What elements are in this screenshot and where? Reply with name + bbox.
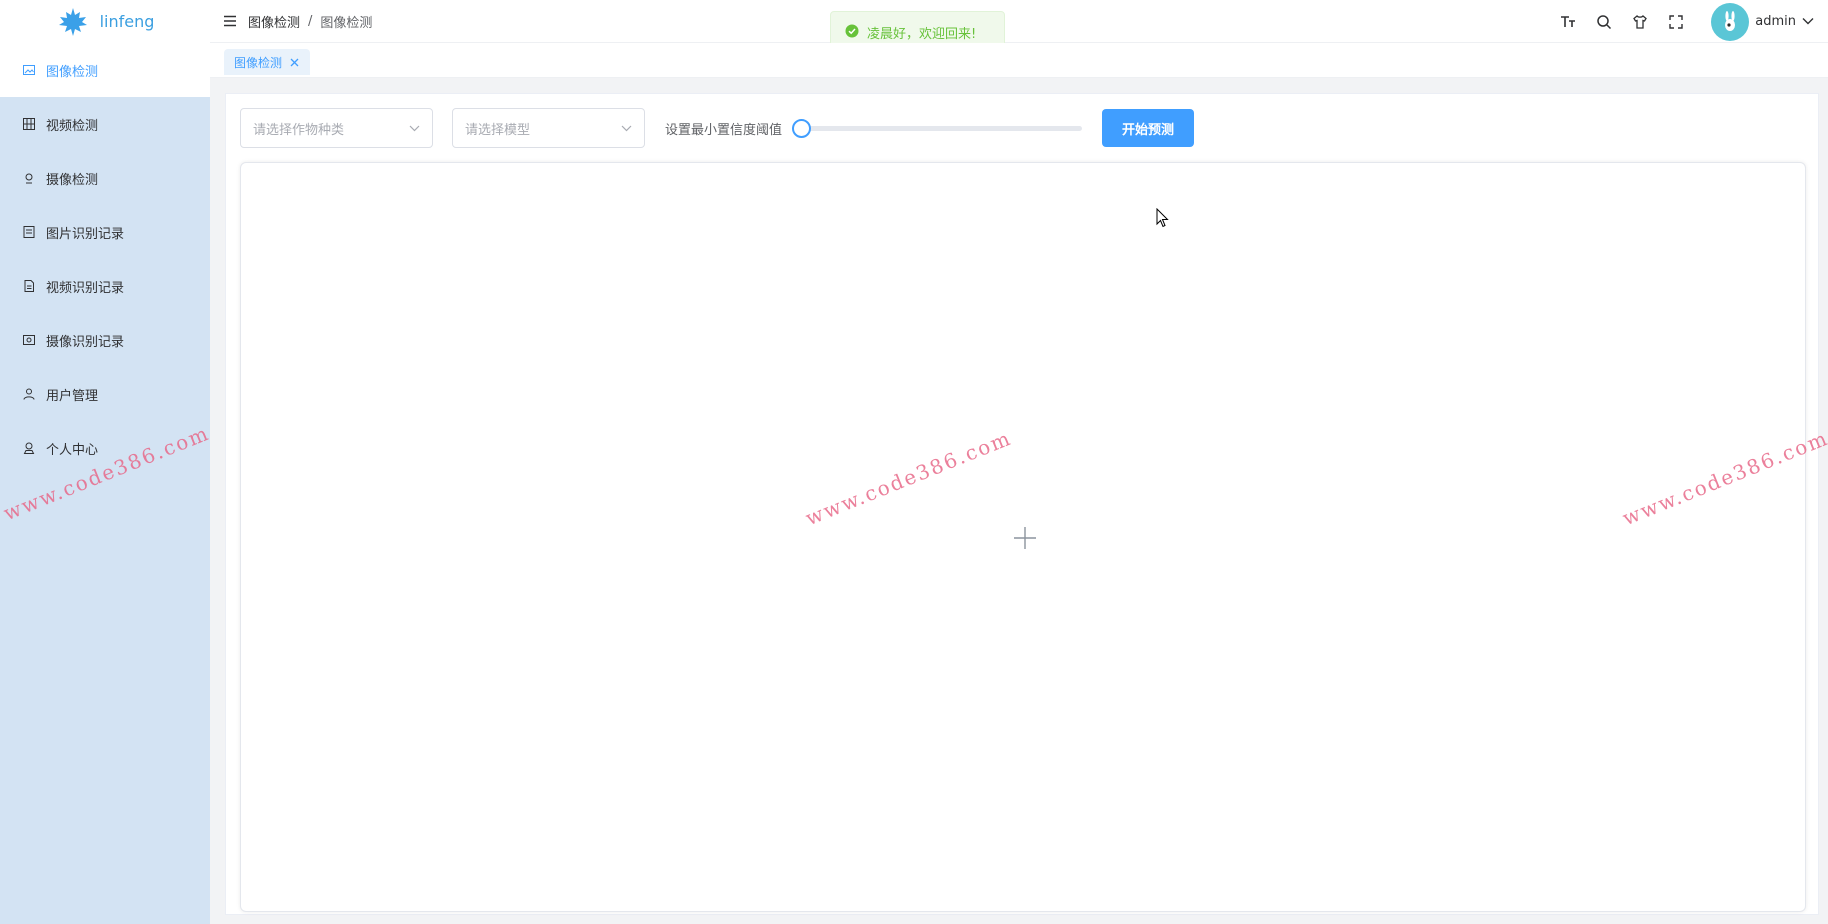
sidebar-item-label: 图像检测 — [46, 64, 99, 80]
confidence-slider[interactable] — [792, 108, 1083, 148]
close-icon[interactable] — [288, 56, 300, 68]
plus-icon — [1014, 527, 1036, 549]
model-placeholder: 请选择模型 — [465, 122, 531, 138]
username: admin — [1755, 14, 1796, 29]
camera-record-icon — [22, 333, 36, 347]
slider-thumb[interactable] — [792, 119, 812, 138]
fullscreen-icon[interactable] — [1667, 13, 1685, 31]
breadcrumb-item[interactable]: 图像检测 — [248, 12, 300, 31]
sidebar-item-camera-detect[interactable]: 摄像检测 — [0, 151, 210, 205]
breadcrumb-separator: / — [308, 13, 313, 29]
sidebar-item-label: 摄像检测 — [46, 172, 99, 188]
hamburger-icon[interactable] — [222, 13, 238, 29]
toast-message: 凌晨好，欢迎回来! — [867, 27, 977, 42]
camera-icon — [22, 171, 36, 185]
header-actions: admin — [1559, 0, 1828, 43]
slider-track[interactable] — [792, 126, 1083, 131]
chevron-down-icon — [621, 121, 632, 136]
model-select[interactable]: 请选择模型 — [452, 108, 645, 148]
sidebar-item-label: 视频识别记录 — [46, 280, 125, 296]
sidebar-item-user-management[interactable]: 用户管理 — [0, 367, 210, 421]
toolbar: 请选择作物种类 请选择模型 设置最小置信度阈值 开始预测 — [240, 108, 1195, 148]
sidebar-item-camera-record[interactable]: 摄像识别记录 — [0, 313, 210, 367]
start-predict-button[interactable]: 开始预测 — [1102, 109, 1195, 147]
user-dropdown[interactable]: admin — [1703, 2, 1814, 41]
sidebar-item-label: 摄像识别记录 — [46, 334, 125, 350]
tab-label: 图像检测 — [234, 55, 283, 70]
chevron-down-icon — [409, 121, 420, 136]
detect-card: 请选择作物种类 请选择模型 设置最小置信度阈值 开始预测 — [225, 93, 1819, 915]
image-icon — [22, 63, 36, 77]
sidebar-item-video-detect[interactable]: 视频检测 — [0, 97, 210, 151]
tab-image-detect[interactable]: 图像检测 — [224, 49, 311, 75]
sidebar-item-label: 视频检测 — [46, 118, 99, 134]
search-icon[interactable] — [1595, 13, 1613, 31]
sidebar-item-label: 个人中心 — [46, 442, 99, 458]
logo[interactable]: linfeng — [0, 0, 210, 43]
profile-icon — [22, 441, 36, 455]
image-upload-area[interactable] — [240, 162, 1806, 912]
sidebar-item-image-record[interactable]: 图片识别记录 — [0, 205, 210, 259]
breadcrumb: 图像检测 / 图像检测 — [248, 12, 372, 31]
user-icon — [22, 387, 36, 401]
confidence-slider-label: 设置最小置信度阈值 — [665, 122, 783, 138]
font-size-icon[interactable] — [1559, 13, 1577, 31]
main-content: 请选择作物种类 请选择模型 设置最小置信度阈值 开始预测 — [210, 78, 1828, 924]
crop-type-select[interactable]: 请选择作物种类 — [240, 108, 433, 148]
video-record-icon — [22, 279, 36, 293]
theme-icon[interactable] — [1631, 13, 1649, 31]
mouse-cursor-icon — [1156, 207, 1170, 228]
image-record-icon — [22, 225, 36, 239]
avatar[interactable] — [1711, 2, 1750, 41]
sidebar-item-video-record[interactable]: 视频识别记录 — [0, 259, 210, 313]
maple-leaf-icon — [56, 5, 90, 39]
logo-text: linfeng — [99, 12, 155, 31]
crop-type-placeholder: 请选择作物种类 — [253, 122, 345, 138]
sidebar-item-label: 图片识别记录 — [46, 226, 125, 242]
tags-view: 图像检测 — [210, 43, 1828, 78]
sidebar-item-label: 用户管理 — [46, 388, 99, 404]
top-header: 图像检测 / 图像检测 admin — [210, 0, 1828, 43]
chevron-down-icon — [1802, 14, 1814, 29]
breadcrumb-current: 图像检测 — [320, 15, 373, 31]
success-icon — [845, 24, 859, 42]
video-icon — [22, 117, 36, 131]
sidebar-item-image-detect[interactable]: 图像检测 — [0, 43, 210, 97]
